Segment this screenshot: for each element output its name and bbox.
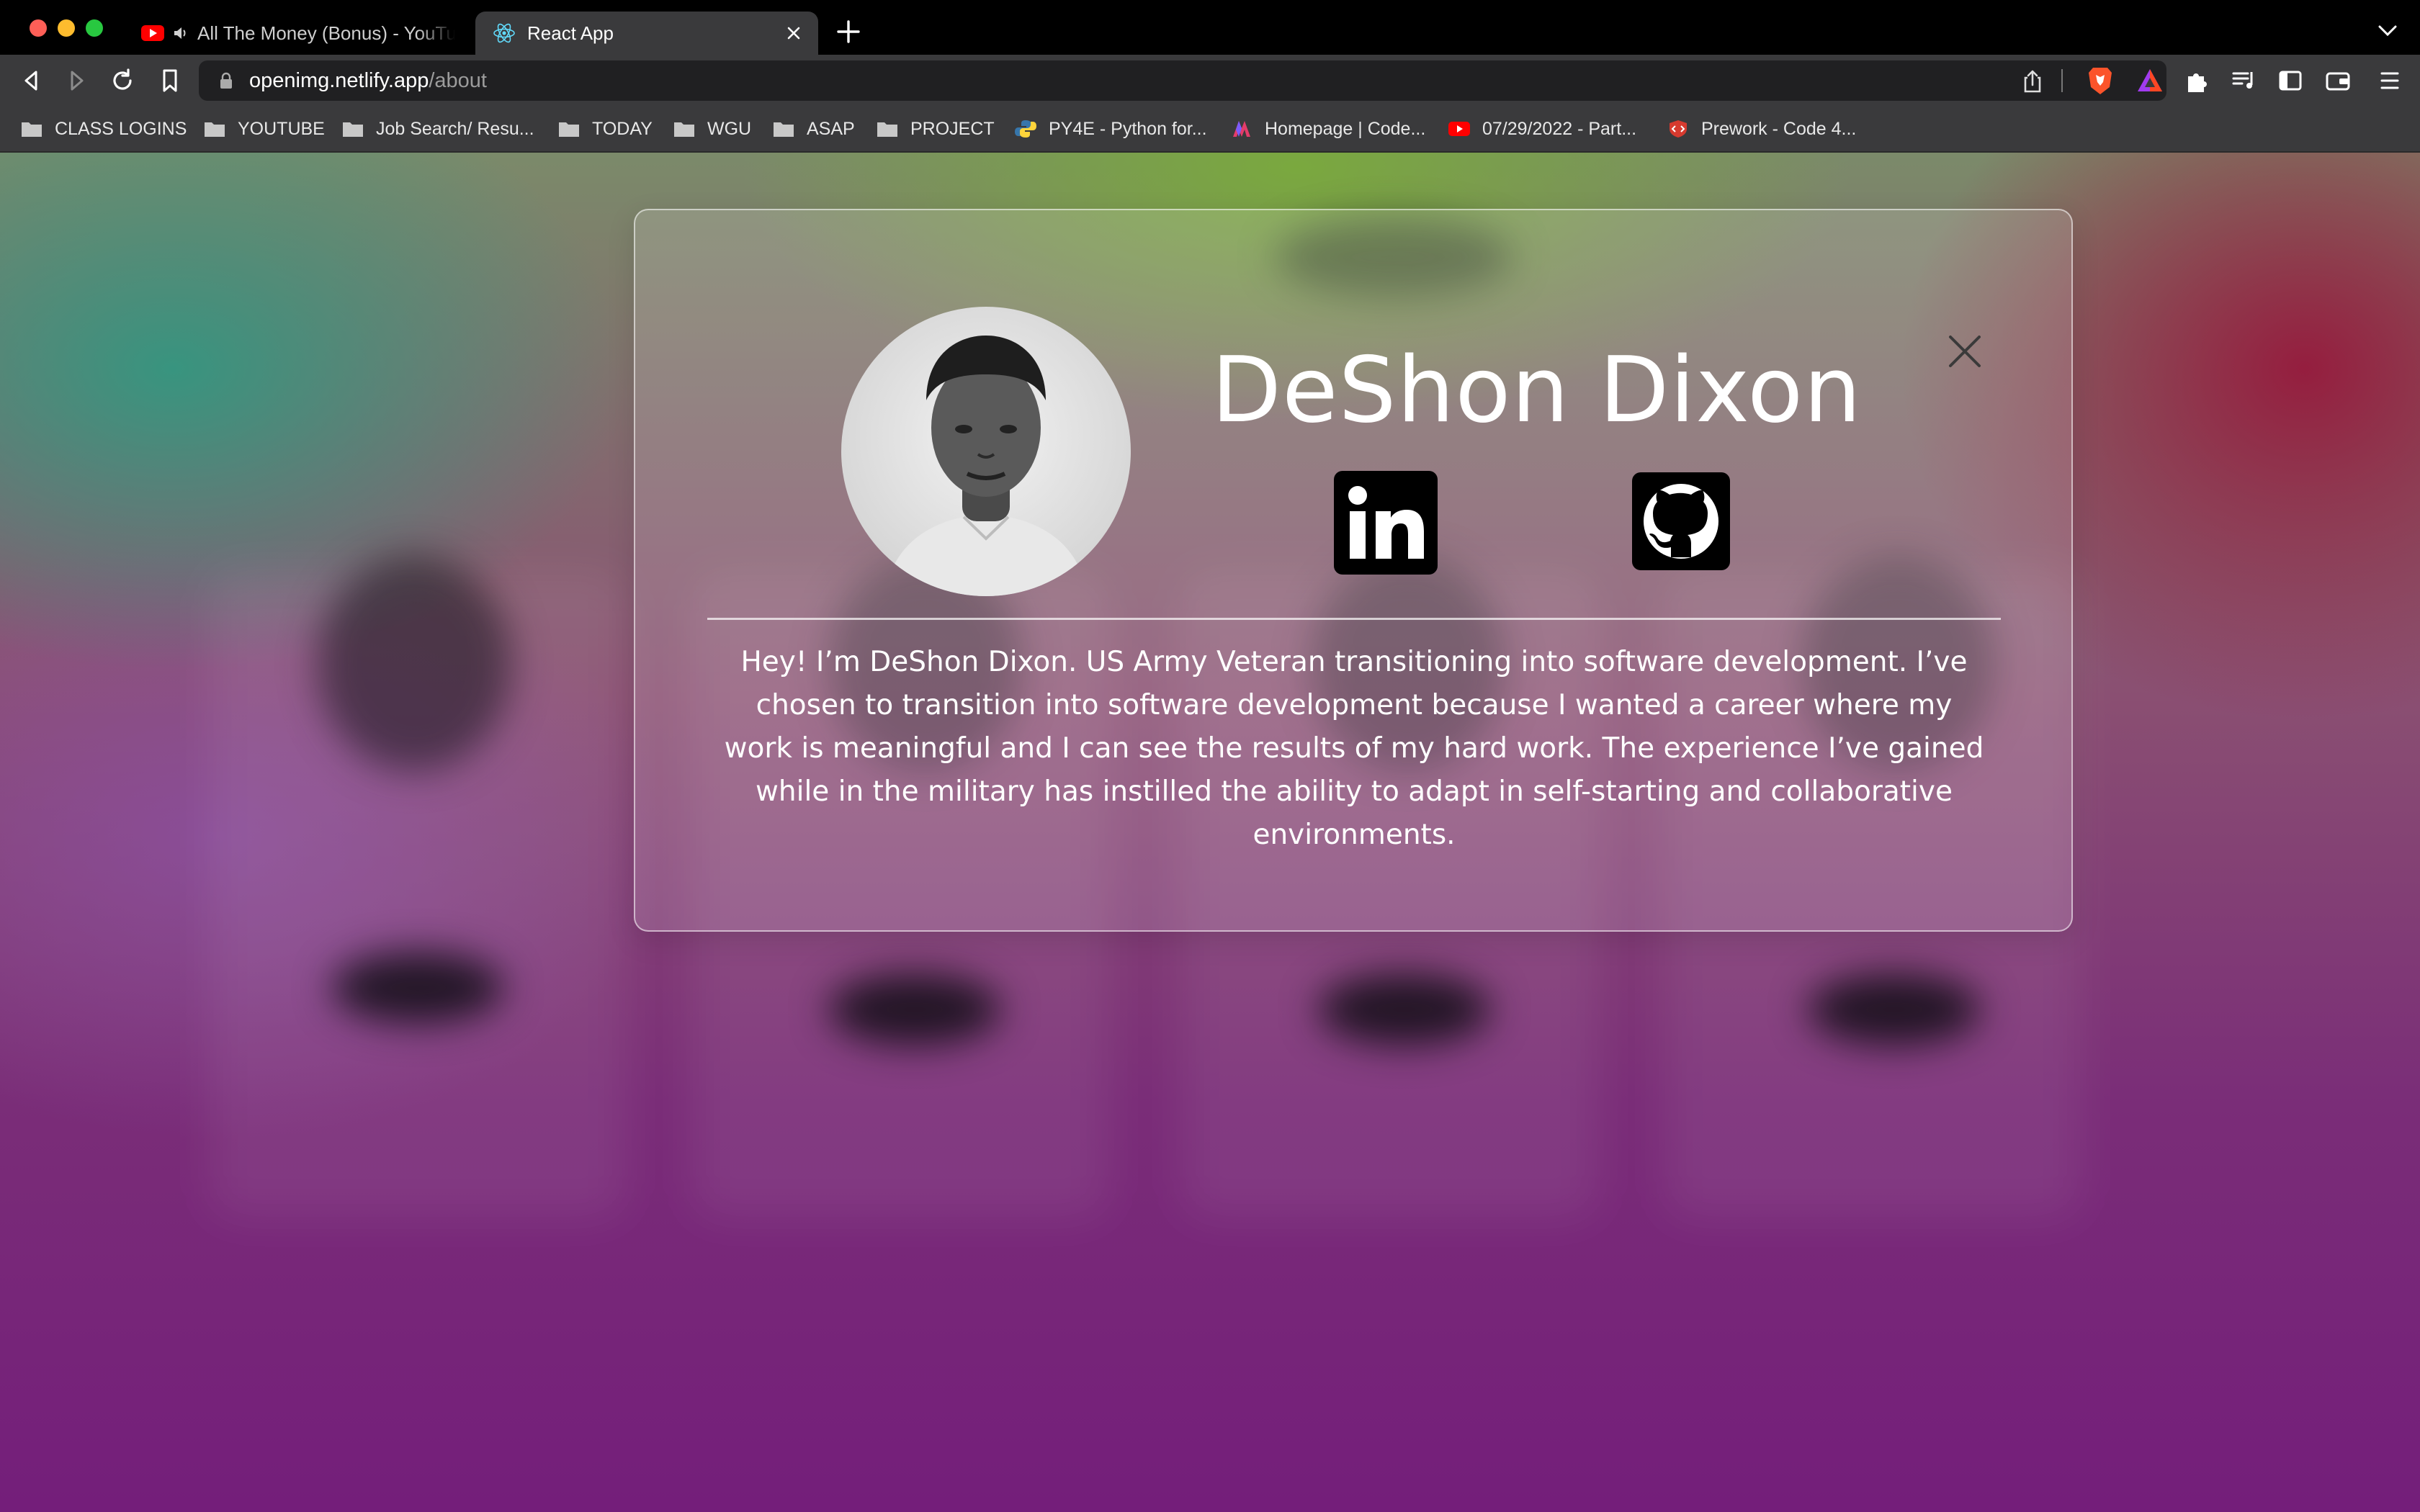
bookmark-project[interactable]: PROJECT bbox=[876, 115, 995, 143]
extensions-icon[interactable] bbox=[2182, 66, 2211, 95]
new-tab-icon[interactable] bbox=[835, 19, 861, 45]
linkedin-icon[interactable] bbox=[1334, 471, 1438, 575]
modal-divider bbox=[707, 618, 2001, 620]
reload-icon[interactable] bbox=[108, 66, 137, 95]
bookmark-wgu[interactable]: WGU bbox=[673, 115, 751, 143]
forward-icon[interactable] bbox=[62, 66, 91, 95]
profile-name: DeShon Dixon bbox=[1211, 337, 1863, 443]
window-close-button[interactable] bbox=[30, 19, 47, 37]
folder-icon bbox=[205, 122, 225, 137]
bookmark-label: TODAY bbox=[592, 118, 653, 139]
bookmark-youtube[interactable]: YOUTUBE bbox=[203, 115, 325, 143]
url-separator bbox=[2061, 69, 2063, 92]
github-icon[interactable] bbox=[1632, 472, 1730, 570]
page-background: DeShon Dixon Hey! I’m DeShon Dixon. US A… bbox=[0, 153, 2420, 1512]
window-zoom-button[interactable] bbox=[86, 19, 103, 37]
folder-icon bbox=[674, 122, 694, 137]
browser-tab-bar: All The Money (Bonus) - YouTube React Ap… bbox=[0, 0, 2420, 55]
tab-youtube[interactable]: All The Money (Bonus) - YouTube bbox=[124, 12, 470, 55]
url-text[interactable]: openimg.netlify.app/about bbox=[249, 69, 487, 93]
bookmark-07-29-2022[interactable]: 07/29/2022 - Part... bbox=[1448, 115, 1636, 143]
about-modal: DeShon Dixon Hey! I’m DeShon Dixon. US A… bbox=[634, 209, 2073, 932]
bookmark-label: Homepage | Code... bbox=[1265, 118, 1426, 139]
bookmark-label: Prework - Code 4... bbox=[1701, 118, 1857, 139]
bookmark-class-logins[interactable]: CLASS LOGINS bbox=[20, 115, 187, 143]
background-avatar bbox=[317, 556, 511, 772]
bookmark-label: Job Search/ Resu... bbox=[376, 118, 534, 139]
background-button bbox=[331, 952, 504, 1024]
portrait-image bbox=[884, 336, 1088, 596]
bookmark-job-search[interactable]: Job Search/ Resu... bbox=[341, 115, 534, 143]
youtube-icon bbox=[1448, 122, 1470, 136]
bookmark-today[interactable]: TODAY bbox=[557, 115, 653, 143]
bookmarks-bar: CLASS LOGINS YOUTUBE Job Search/ Resu...… bbox=[0, 107, 2420, 153]
folder-icon bbox=[877, 122, 897, 137]
bookmark-prework-code[interactable]: Prework - Code 4... bbox=[1667, 115, 1856, 143]
folder-icon bbox=[343, 122, 363, 137]
url-host: openimg.netlify.app bbox=[249, 69, 429, 92]
react-icon bbox=[493, 23, 515, 43]
folder-icon bbox=[774, 122, 794, 137]
wallet-icon[interactable] bbox=[2323, 66, 2352, 95]
bookmark-label: 07/29/2022 - Part... bbox=[1482, 118, 1637, 139]
speaker-icon[interactable] bbox=[173, 25, 189, 41]
close-icon[interactable] bbox=[1946, 333, 1984, 370]
profile-photo bbox=[841, 307, 1131, 596]
browser-toolbar: openimg.netlify.app/about bbox=[0, 55, 2420, 107]
bookmark-py4e[interactable]: PY4E - Python for... bbox=[1014, 115, 1207, 143]
folder-icon bbox=[22, 122, 42, 137]
bookmark-label: ASAP bbox=[807, 118, 855, 139]
media-queue-icon[interactable] bbox=[2230, 66, 2259, 95]
python-icon bbox=[1015, 120, 1036, 138]
bookmark-label: PY4E - Python for... bbox=[1049, 118, 1207, 139]
tab-close-icon[interactable] bbox=[784, 23, 804, 43]
bookmark-icon[interactable] bbox=[156, 66, 184, 95]
chevron-down-icon[interactable] bbox=[2377, 23, 2398, 37]
tab-label: All The Money (Bonus) - YouTube bbox=[197, 22, 455, 44]
sidebar-icon[interactable] bbox=[2276, 66, 2305, 95]
menu-icon[interactable] bbox=[2375, 66, 2404, 95]
profile-bio: Hey! I’m DeShon Dixon. US Army Veteran t… bbox=[724, 646, 1984, 851]
window-minimize-button[interactable] bbox=[58, 19, 75, 37]
tab-label: React App bbox=[527, 22, 614, 44]
code-shield-icon bbox=[1670, 120, 1687, 138]
bookmark-asap[interactable]: ASAP bbox=[772, 115, 855, 143]
brave-rewards-icon[interactable] bbox=[2136, 68, 2164, 94]
bookmark-homepage-code[interactable]: Homepage | Code... bbox=[1230, 115, 1425, 143]
address-bar[interactable]: openimg.netlify.app/about bbox=[199, 60, 2166, 101]
url-path: /about bbox=[429, 69, 487, 92]
bookmark-label: WGU bbox=[707, 118, 752, 139]
youtube-icon bbox=[141, 25, 164, 41]
bookmark-label: YOUTUBE bbox=[238, 118, 325, 139]
background-button bbox=[828, 973, 1001, 1045]
share-icon[interactable] bbox=[2021, 69, 2044, 94]
codecademy-icon bbox=[1233, 121, 1250, 137]
bookmark-label: PROJECT bbox=[910, 118, 995, 139]
bookmark-label: CLASS LOGINS bbox=[55, 118, 187, 139]
back-icon[interactable] bbox=[17, 66, 46, 95]
tab-react-app[interactable]: React App bbox=[475, 12, 818, 55]
lock-icon[interactable] bbox=[219, 72, 233, 89]
background-button bbox=[1318, 973, 1491, 1045]
background-button bbox=[1808, 973, 1981, 1045]
folder-icon bbox=[559, 122, 579, 137]
brave-shield-icon[interactable] bbox=[2087, 66, 2113, 95]
